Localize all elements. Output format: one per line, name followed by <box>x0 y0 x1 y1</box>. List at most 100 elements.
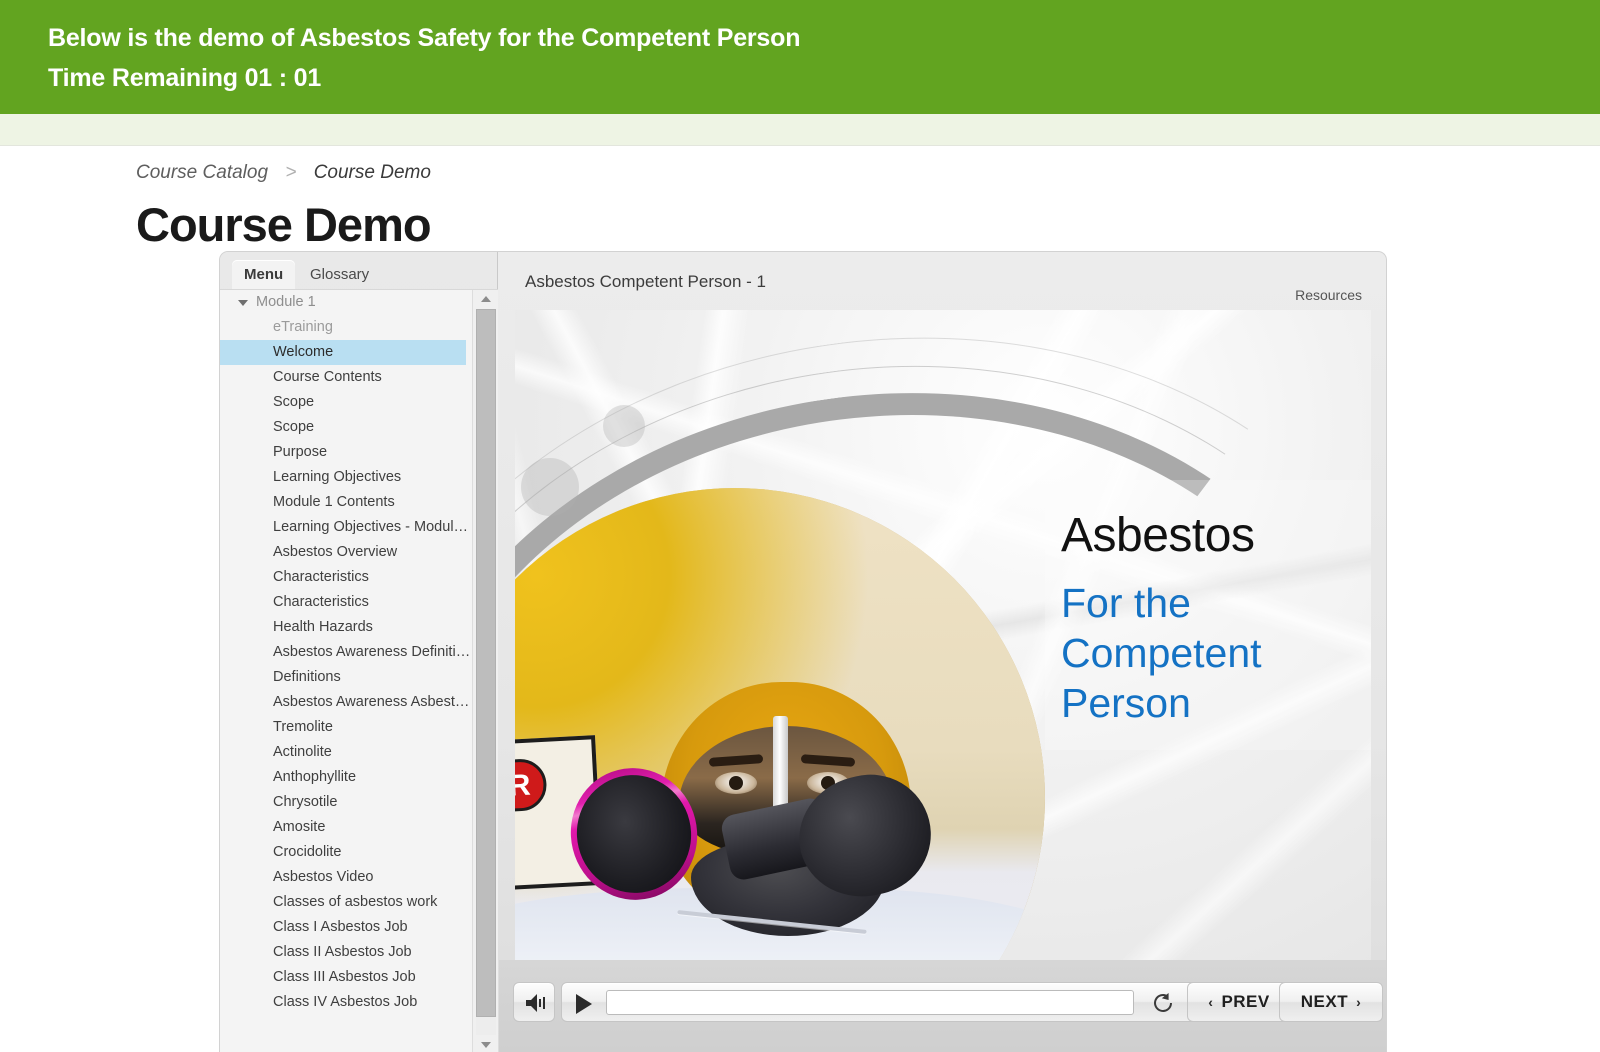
menu-item-label: Asbestos Awareness Definitions <box>273 644 472 660</box>
caret-down-icon <box>481 1042 491 1048</box>
photo-background: NGER ESTOS P LUNG DISEASE ZARD <box>515 488 1045 960</box>
playback-group <box>561 982 1207 1022</box>
breadcrumb: Course Catalog > Course Demo <box>136 162 431 184</box>
chevron-down-icon <box>238 300 248 306</box>
menu-item[interactable]: Asbestos Awareness Asbestos … <box>220 690 472 715</box>
eyebrow-right <box>800 754 856 767</box>
tab-menu[interactable]: Menu <box>232 260 296 289</box>
slide-heading: Asbestos <box>1061 509 1255 562</box>
slide-title: Asbestos Competent Person - 1 <box>525 272 766 291</box>
replay-icon[interactable] <box>1150 991 1176 1015</box>
menu-item-label: Learning Objectives - Module 1 <box>273 519 472 535</box>
menu-item[interactable]: Purpose <box>220 440 472 465</box>
sidebar-tabstrip: Menu Glossary <box>220 260 498 290</box>
menu-list-container: Module 1 eTraining Welcome Course Contents… <box>220 289 498 1052</box>
scrollbar-thumb[interactable] <box>476 309 496 1017</box>
secondary-strip <box>0 114 1600 146</box>
menu-item-label: Amosite <box>273 819 326 835</box>
menu-item-label: Characteristics <box>273 594 369 610</box>
decorative-circle-small <box>603 405 645 447</box>
menu-scrollbar[interactable] <box>472 290 498 1052</box>
menu-item-label: Scope <box>273 394 315 410</box>
menu-item-label: Class II Asbestos Job <box>273 944 412 960</box>
menu-item-label: Actinolite <box>273 744 332 760</box>
worker-photo: NGER ESTOS P LUNG DISEASE ZARD <box>515 488 1045 960</box>
slide-canvas: NGER ESTOS P LUNG DISEASE ZARD <box>515 310 1371 960</box>
menu-item-label: Purpose <box>273 444 328 460</box>
page-title: Course Demo <box>136 198 432 251</box>
breadcrumb-separator-icon: > <box>285 162 297 183</box>
menu-item[interactable]: Chrysotile <box>220 790 472 815</box>
menu-item[interactable]: Class II Asbestos Job <box>220 940 472 965</box>
menu-item[interactable]: Welcome <box>220 340 466 365</box>
menu-item-label: Definitions <box>273 669 341 685</box>
prev-button-content[interactable]: ‹ PREV <box>1188 983 1290 1021</box>
menu-group-module-1[interactable]: Module 1 <box>220 290 472 315</box>
player-sidebar: Menu Glossary Module 1 eTraining Welcome C… <box>220 252 498 1052</box>
scroll-down-button[interactable] <box>473 1036 498 1052</box>
menu-item[interactable]: Learning Objectives <box>220 465 472 490</box>
menu-item-label: Asbestos Awareness Asbestos … <box>273 694 472 710</box>
banner-headline: Below is the demo of Asbestos Safety for… <box>48 24 801 52</box>
next-button-content[interactable]: NEXT › <box>1280 983 1382 1021</box>
course-player: Menu Glossary Module 1 eTraining Welcome C… <box>220 252 1386 1052</box>
next-label: NEXT <box>1300 992 1349 1011</box>
menu-item[interactable]: Characteristics <box>220 590 472 615</box>
volume-button[interactable] <box>513 982 555 1022</box>
next-button[interactable]: NEXT › <box>1279 982 1383 1022</box>
speaker-icon[interactable] <box>525 993 547 1013</box>
menu-item-label: Scope <box>273 419 315 435</box>
menu-item-label: Course Contents <box>273 369 382 385</box>
menu-item-label: Class IV Asbestos Job <box>273 994 418 1010</box>
resources-link[interactable]: Resources <box>1295 287 1362 303</box>
menu-item[interactable]: Module 1 Contents <box>220 490 472 515</box>
menu-item-label: Crocidolite <box>273 844 342 860</box>
menu-item-label: Learning Objectives <box>273 469 402 485</box>
menu-item[interactable]: Learning Objectives - Module 1 <box>220 515 472 540</box>
menu-item-label: Tremolite <box>273 719 333 735</box>
caret-up-icon <box>481 296 491 302</box>
menu-item[interactable]: Class I Asbestos Job <box>220 915 472 940</box>
menu-item[interactable]: Amosite <box>220 815 472 840</box>
menu-item[interactable]: eTraining <box>220 315 472 340</box>
menu-item[interactable]: Class III Asbestos Job <box>220 965 472 990</box>
menu-item[interactable]: Scope <box>220 415 472 440</box>
menu-item[interactable]: Course Contents <box>220 365 472 390</box>
menu-item[interactable]: Scope <box>220 390 472 415</box>
seek-bar[interactable] <box>606 990 1134 1015</box>
menu-item[interactable]: Tremolite <box>220 715 472 740</box>
banner-timer: Time Remaining 01 : 01 <box>48 64 322 92</box>
play-icon[interactable] <box>576 994 592 1014</box>
prev-label: PREV <box>1221 992 1270 1011</box>
menu-list: Module 1 eTraining Welcome Course Contents… <box>220 290 472 1052</box>
menu-item[interactable]: Health Hazards <box>220 615 472 640</box>
menu-item-label: Health Hazards <box>273 619 373 635</box>
menu-group-label: Module 1 <box>256 294 316 310</box>
menu-item[interactable]: Characteristics <box>220 565 472 590</box>
chevron-left-icon: ‹ <box>1208 994 1214 1010</box>
scroll-up-button[interactable] <box>473 290 498 307</box>
breadcrumb-course-catalog[interactable]: Course Catalog <box>136 162 268 183</box>
slide-subheading: For the Competent Person <box>1061 580 1262 726</box>
menu-item-label: Characteristics <box>273 569 369 585</box>
menu-item[interactable]: Anthophyllite <box>220 765 472 790</box>
menu-item-label: Module 1 Contents <box>273 494 395 510</box>
menu-item[interactable]: Actinolite <box>220 740 472 765</box>
course-player-body: Menu Glossary Module 1 eTraining Welcome C… <box>220 252 1386 1052</box>
menu-item-label: Chrysotile <box>273 794 338 810</box>
menu-item[interactable]: Asbestos Awareness Definitions <box>220 640 472 665</box>
danger-sign-oval: NGER <box>515 757 548 819</box>
menu-item[interactable]: Class IV Asbestos Job <box>220 990 472 1015</box>
pupil-left <box>729 776 743 790</box>
tab-glossary[interactable]: Glossary <box>298 260 381 289</box>
menu-item-label: Anthophyllite <box>273 769 357 785</box>
menu-item[interactable]: Asbestos Video <box>220 865 472 890</box>
menu-item[interactable]: Asbestos Overview <box>220 540 472 565</box>
menu-item[interactable]: Classes of asbestos work <box>220 890 472 915</box>
slide-stage: Asbestos Competent Person - 1 Resources … <box>499 252 1386 1052</box>
chevron-right-icon: › <box>1356 994 1362 1010</box>
menu-item[interactable]: Crocidolite <box>220 840 472 865</box>
menu-item[interactable]: Definitions <box>220 665 472 690</box>
menu-item-label: Welcome <box>273 344 334 360</box>
prev-button[interactable]: ‹ PREV <box>1187 982 1291 1022</box>
